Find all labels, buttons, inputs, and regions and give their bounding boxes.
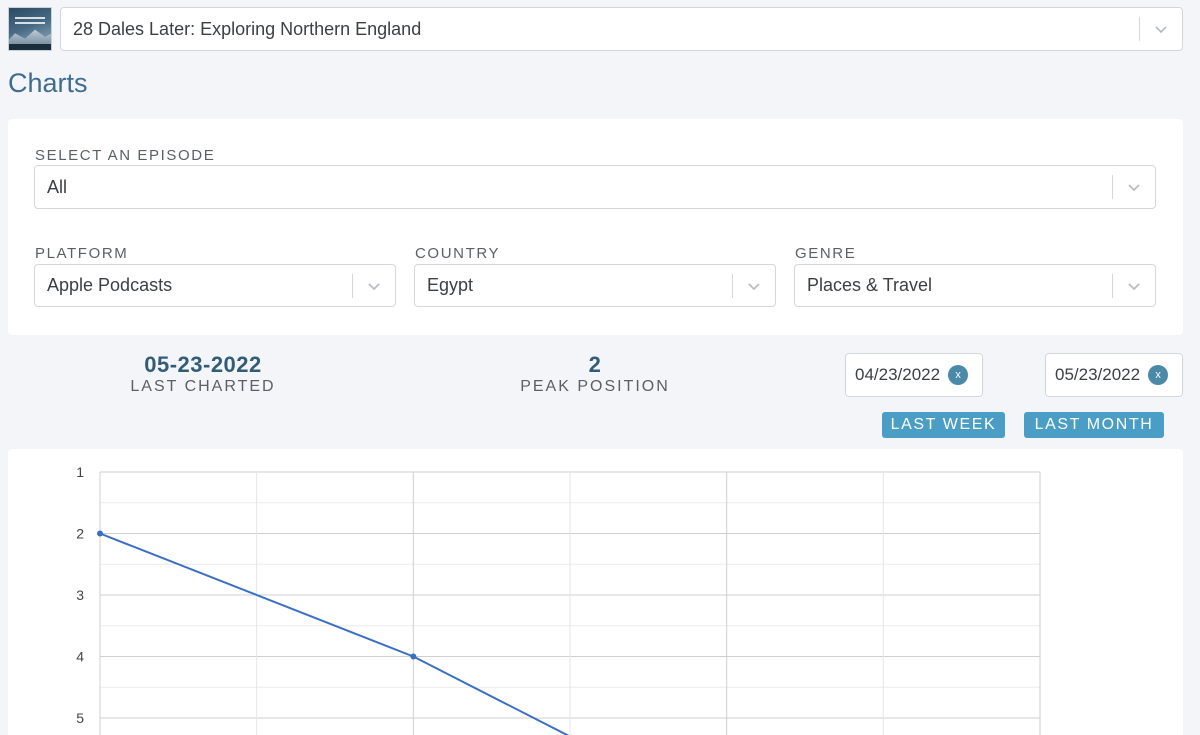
chevron-down-icon[interactable] [1113, 265, 1155, 306]
peak-position-value: 2 [588, 352, 602, 377]
peak-position-stat: 2 PEAK POSITION [495, 352, 695, 396]
chevron-down-icon[interactable] [1113, 166, 1155, 208]
last-charted-value: 05-23-2022 [144, 352, 262, 377]
last-charted-stat: 05-23-2022 LAST CHARTED [103, 352, 303, 396]
clear-end-date-icon[interactable]: x [1148, 365, 1169, 385]
last-month-button[interactable]: LAST MONTH [1024, 412, 1164, 438]
country-select-value: Egypt [427, 275, 474, 295]
page-title: Charts [8, 68, 88, 98]
data-point [97, 530, 103, 537]
chevron-down-icon[interactable] [353, 265, 395, 306]
start-date-value: 04/23/2022 [855, 365, 941, 384]
country-label: COUNTRY [415, 245, 501, 262]
platform-select-value: Apple Podcasts [47, 275, 173, 295]
y-tick-label: 1 [76, 464, 84, 480]
episode-select-value: All [47, 176, 68, 197]
y-tick-label: 5 [76, 710, 84, 726]
end-date-input[interactable]: 05/23/2022 x [1045, 353, 1183, 397]
end-date-value: 05/23/2022 [1055, 365, 1141, 384]
chevron-down-icon[interactable] [733, 265, 775, 306]
podcast-cover-image [8, 7, 52, 51]
y-tick-label: 3 [76, 587, 84, 603]
last-week-button[interactable]: LAST WEEK [882, 412, 1005, 438]
start-date-input[interactable]: 04/23/2022 x [845, 353, 983, 397]
episode-label: SELECT AN EPISODE [35, 147, 216, 164]
clear-start-date-icon[interactable]: x [948, 365, 969, 385]
genre-select[interactable]: Places & Travel [794, 264, 1156, 307]
peak-position-label: PEAK POSITION [520, 378, 670, 395]
data-point [410, 653, 417, 660]
last-charted-label: LAST CHARTED [130, 378, 276, 395]
y-tick-label: 4 [76, 649, 84, 665]
y-tick-label: 2 [76, 526, 84, 542]
charts-page: 28 Dales Later: Exploring Northern Engla… [0, 0, 1200, 735]
genre-select-value: Places & Travel [807, 275, 933, 295]
country-select[interactable]: Egypt [414, 264, 776, 307]
rank-chart: 1 2 3 4 5 [76, 464, 1041, 735]
platform-label: PLATFORM [35, 245, 129, 262]
podcast-select[interactable]: 28 Dales Later: Exploring Northern Engla… [60, 7, 1183, 51]
podcast-select-value: 28 Dales Later: Exploring Northern Engla… [73, 18, 422, 39]
series-line [99, 532, 570, 735]
chevron-down-icon[interactable] [1140, 8, 1182, 50]
platform-select[interactable]: Apple Podcasts [34, 264, 396, 307]
episode-select[interactable]: All [34, 165, 1156, 209]
genre-label: GENRE [795, 245, 857, 262]
